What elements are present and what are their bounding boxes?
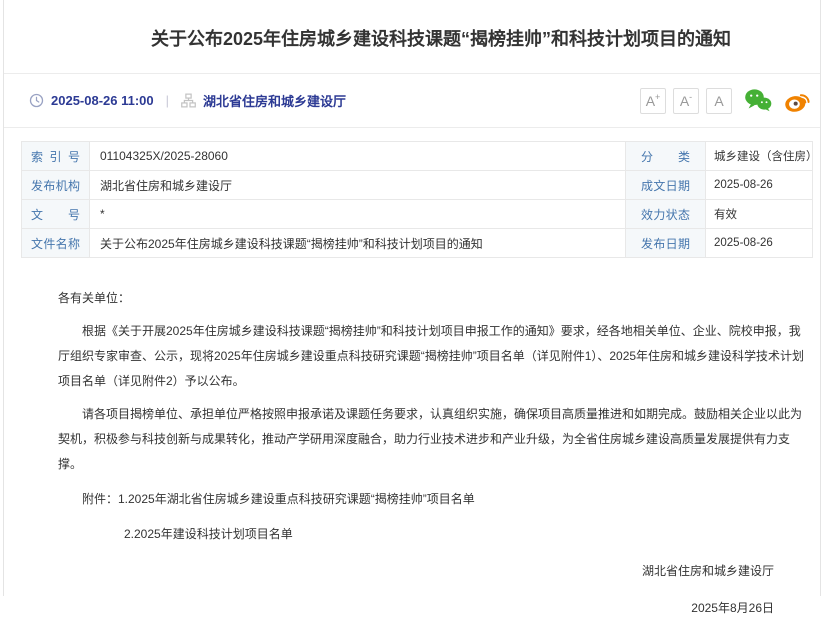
attachment-line-2: 2.2025年建设科技计划项目名单 (124, 522, 810, 547)
signature-date: 2025年8月26日 (58, 596, 774, 621)
index-number-label: 索引号 (22, 142, 90, 171)
font-increase-sup: + (655, 93, 660, 102)
paragraph-2: 请各项目揭榜单位、承担单位严格按照申报承诺及课题任务要求，认真组织实施，确保项目… (58, 402, 810, 477)
document-body: 各有关单位： 根据《关于开展2025年住房城乡建设科技课题“揭榜挂帅”和科技计划… (58, 286, 810, 621)
meta-left: 2025-08-26 11:00 | 湖北省住房和城乡建设厅 (29, 91, 346, 110)
file-name-value: 关于公布2025年住房城乡建设科技课题“揭榜挂帅”和科技计划项目的通知 (90, 229, 626, 258)
meta-row: 2025-08-26 11:00 | 湖北省住房和城乡建设厅 A+ A- A (4, 74, 820, 127)
meta-tools: A+ A- A (633, 88, 811, 114)
salutation: 各有关单位： (58, 286, 810, 311)
written-date-label: 成文日期 (626, 171, 706, 200)
validity-status-label: 效力状态 (626, 200, 706, 229)
publish-date-label: 发布日期 (626, 229, 706, 258)
source-link[interactable]: 湖北省住房和城乡建设厅 (203, 91, 346, 110)
font-decrease-label: A (680, 93, 689, 109)
font-decrease-sup: - (689, 93, 692, 102)
table-row: 索引号 01104325X/2025-28060 分类 城乡建设（含住房） (22, 142, 813, 171)
written-date-value: 2025-08-26 (706, 171, 813, 200)
table-row: 文号 * 效力状态 有效 (22, 200, 813, 229)
font-increase-button[interactable]: A+ (640, 88, 666, 114)
weibo-share-icon[interactable] (784, 88, 811, 114)
page-title: 关于公布2025年住房城乡建设科技课题“揭榜挂帅”和科技计划项目的通知 (4, 27, 820, 51)
category-label: 分类 (626, 142, 706, 171)
table-row: 发布机构 湖北省住房和城乡建设厅 成文日期 2025-08-26 (22, 171, 813, 200)
issuing-agency-value: 湖北省住房和城乡建设厅 (90, 171, 626, 200)
clock-icon (29, 93, 44, 108)
meta-divider (4, 127, 820, 128)
attachment-line-1: 附件：1.2025年湖北省住房城乡建设重点科技研究课题“揭榜挂帅”项目名单 (58, 487, 810, 512)
index-number-value: 01104325X/2025-28060 (90, 142, 626, 171)
doc-number-label: 文号 (22, 200, 90, 229)
font-reset-label: A (714, 93, 723, 109)
publish-date-value: 2025-08-26 (706, 229, 813, 258)
doc-number-value: * (90, 200, 626, 229)
file-name-label: 文件名称 (22, 229, 90, 258)
table-row: 文件名称 关于公布2025年住房城乡建设科技课题“揭榜挂帅”和科技计划项目的通知… (22, 229, 813, 258)
signature-block: 湖北省住房和城乡建设厅 2025年8月26日 (58, 559, 810, 621)
issuing-agency-label: 发布机构 (22, 171, 90, 200)
paragraph-1: 根据《关于开展2025年住房城乡建设科技课题“揭榜挂帅”和科技计划项目申报工作的… (58, 319, 810, 394)
validity-status-value: 有效 (706, 200, 813, 229)
meta-separator: | (166, 93, 169, 108)
signature-org: 湖北省住房和城乡建设厅 (58, 559, 774, 584)
wechat-share-icon[interactable] (744, 88, 772, 113)
font-reset-button[interactable]: A (706, 88, 732, 114)
article-page: 关于公布2025年住房城乡建设科技课题“揭榜挂帅”和科技计划项目的通知 2025… (3, 0, 821, 596)
source-sitemap-icon (181, 93, 196, 108)
font-increase-label: A (646, 93, 655, 109)
category-value: 城乡建设（含住房） (706, 142, 813, 171)
publish-datetime: 2025-08-26 11:00 (51, 93, 154, 108)
document-info-table: 索引号 01104325X/2025-28060 分类 城乡建设（含住房） 发布… (21, 141, 813, 258)
font-decrease-button[interactable]: A- (673, 88, 699, 114)
